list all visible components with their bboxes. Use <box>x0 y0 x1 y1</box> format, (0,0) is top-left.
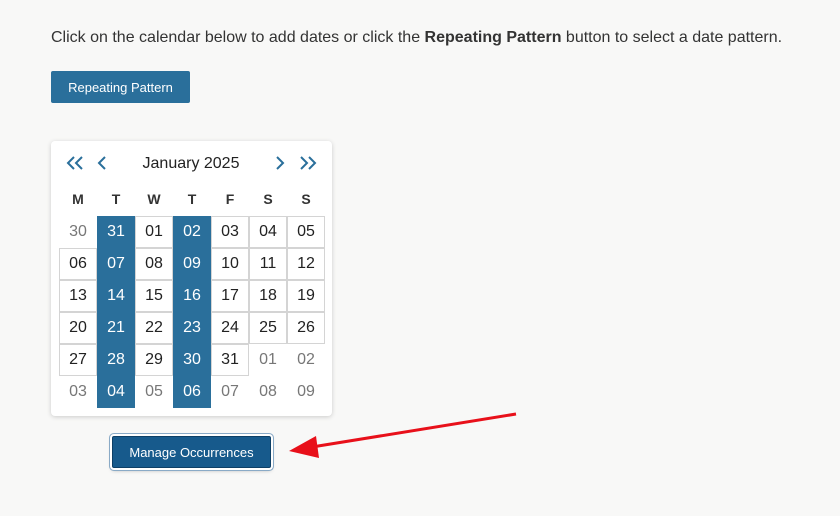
day-cell[interactable]: 18 <box>249 280 287 312</box>
day-cell[interactable]: 08 <box>249 376 287 408</box>
day-cell[interactable]: 27 <box>59 344 97 376</box>
day-cell[interactable]: 03 <box>211 216 249 248</box>
weekday-label: T <box>187 191 197 207</box>
day-cell[interactable]: 06 <box>59 248 97 280</box>
day-cell[interactable]: 29 <box>135 344 173 376</box>
instructions-text: Click on the calendar below to add dates… <box>51 29 782 47</box>
day-cell[interactable]: 03 <box>59 376 97 408</box>
day-cell[interactable]: 30 <box>59 216 97 248</box>
repeating-pattern-button[interactable]: Repeating Pattern <box>51 71 190 103</box>
day-cell-selected[interactable]: 02 <box>173 216 211 248</box>
day-cell-selected[interactable]: 07 <box>97 248 135 280</box>
weekday-label: T <box>111 191 121 207</box>
day-cell-selected[interactable]: 16 <box>173 280 211 312</box>
weekday-label: W <box>147 191 161 207</box>
day-cell[interactable]: 10 <box>211 248 249 280</box>
day-cell[interactable]: 09 <box>287 376 325 408</box>
day-cell[interactable]: 11 <box>249 248 287 280</box>
weekday-label: S <box>263 191 273 207</box>
double-chevron-left-icon[interactable] <box>65 152 87 174</box>
day-cell[interactable]: 17 <box>211 280 249 312</box>
day-cell-selected[interactable]: 14 <box>97 280 135 312</box>
day-cell[interactable]: 08 <box>135 248 173 280</box>
day-cell[interactable]: 25 <box>249 312 287 344</box>
chevron-right-icon[interactable] <box>269 152 291 174</box>
day-cell[interactable]: 26 <box>287 312 325 344</box>
weekday-label: S <box>301 191 311 207</box>
day-cell-selected[interactable]: 04 <box>97 376 135 408</box>
weekday-label: F <box>225 191 235 207</box>
day-cell[interactable]: 05 <box>135 376 173 408</box>
day-cell-selected[interactable]: 06 <box>173 376 211 408</box>
day-cell[interactable]: 15 <box>135 280 173 312</box>
day-cell-selected[interactable]: 21 <box>97 312 135 344</box>
day-cell-selected[interactable]: 23 <box>173 312 211 344</box>
calendar-header: January 2025 <box>51 141 332 186</box>
day-cell[interactable]: 19 <box>287 280 325 312</box>
day-cell[interactable]: 07 <box>211 376 249 408</box>
day-cell[interactable]: 05 <box>287 216 325 248</box>
month-label: January 2025 <box>142 155 240 172</box>
day-cell-selected[interactable]: 09 <box>173 248 211 280</box>
day-cell[interactable]: 20 <box>59 312 97 344</box>
instructions-before: Click on the calendar below to add dates… <box>51 29 425 46</box>
instructions-bold: Repeating Pattern <box>424 29 562 46</box>
day-cell[interactable]: 31 <box>211 344 249 376</box>
day-cell[interactable]: 01 <box>249 344 287 376</box>
day-cell[interactable]: 24 <box>211 312 249 344</box>
day-cell[interactable]: 22 <box>135 312 173 344</box>
day-cell[interactable]: 13 <box>59 280 97 312</box>
day-cell[interactable]: 02 <box>287 344 325 376</box>
chevron-left-icon[interactable] <box>91 152 113 174</box>
day-cell-selected[interactable]: 28 <box>97 344 135 376</box>
day-cell-selected[interactable]: 31 <box>97 216 135 248</box>
day-cell-selected[interactable]: 30 <box>173 344 211 376</box>
day-cell[interactable]: 04 <box>249 216 287 248</box>
day-cell[interactable]: 01 <box>135 216 173 248</box>
instructions-after: button to select a date pattern. <box>561 29 783 46</box>
weekday-label: M <box>72 191 84 207</box>
day-cell[interactable]: 12 <box>287 248 325 280</box>
calendar: January 2025 MTWTFSS 30 31 01 02 03 04 05 06 07 0… <box>51 141 332 416</box>
manage-occurrences-button[interactable]: Manage Occurrences <box>112 436 271 468</box>
double-chevron-right-icon[interactable] <box>296 152 318 174</box>
